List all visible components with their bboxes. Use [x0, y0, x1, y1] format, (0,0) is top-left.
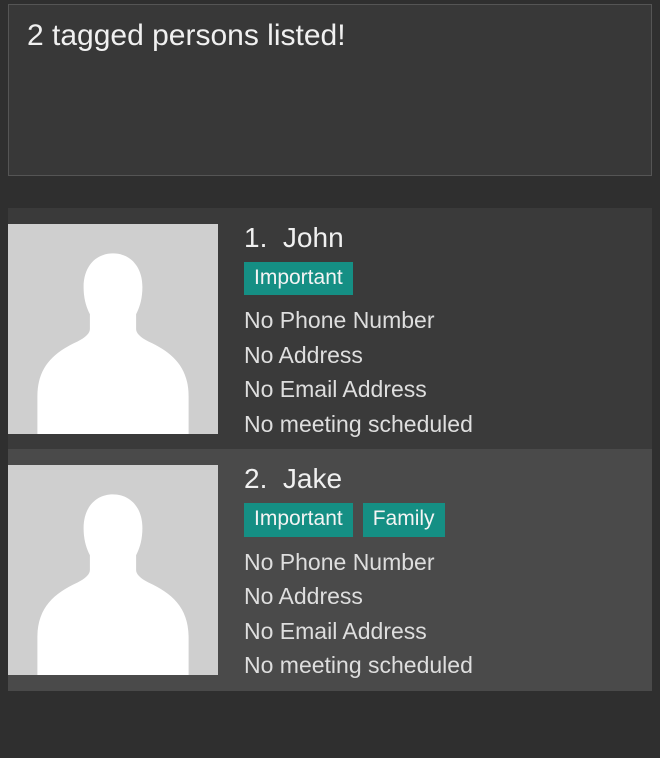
results-banner: 2 tagged persons listed! — [8, 4, 652, 176]
person-heading: 2. Jake — [244, 463, 634, 495]
email-line: No Email Address — [244, 372, 634, 407]
person-name: John — [283, 222, 344, 253]
tag-badge[interactable]: Important — [244, 262, 353, 295]
person-row[interactable]: 2. Jake Important Family No Phone Number… — [8, 449, 652, 690]
persons-list: 1. John Important No Phone Number No Add… — [8, 208, 652, 691]
meeting-line: No meeting scheduled — [244, 407, 634, 442]
tag-row: Important Family — [244, 503, 634, 536]
person-name: Jake — [283, 463, 342, 494]
address-line: No Address — [244, 338, 634, 373]
email-line: No Email Address — [244, 614, 634, 649]
person-heading: 1. John — [244, 222, 634, 254]
avatar — [8, 224, 218, 434]
avatar-placeholder-icon — [8, 224, 218, 434]
tag-row: Important — [244, 262, 634, 295]
person-index: 2. — [244, 463, 267, 494]
person-info: 1. John Important No Phone Number No Add… — [218, 208, 652, 441]
person-row[interactable]: 1. John Important No Phone Number No Add… — [8, 208, 652, 449]
person-index: 1. — [244, 222, 267, 253]
avatar — [8, 465, 218, 675]
phone-line: No Phone Number — [244, 303, 634, 338]
avatar-placeholder-icon — [8, 465, 218, 675]
person-info: 2. Jake Important Family No Phone Number… — [218, 449, 652, 682]
tag-badge[interactable]: Important — [244, 503, 353, 536]
meeting-line: No meeting scheduled — [244, 648, 634, 683]
tag-badge[interactable]: Family — [363, 503, 445, 536]
address-line: No Address — [244, 579, 634, 614]
phone-line: No Phone Number — [244, 545, 634, 580]
results-banner-title: 2 tagged persons listed! — [27, 19, 633, 53]
